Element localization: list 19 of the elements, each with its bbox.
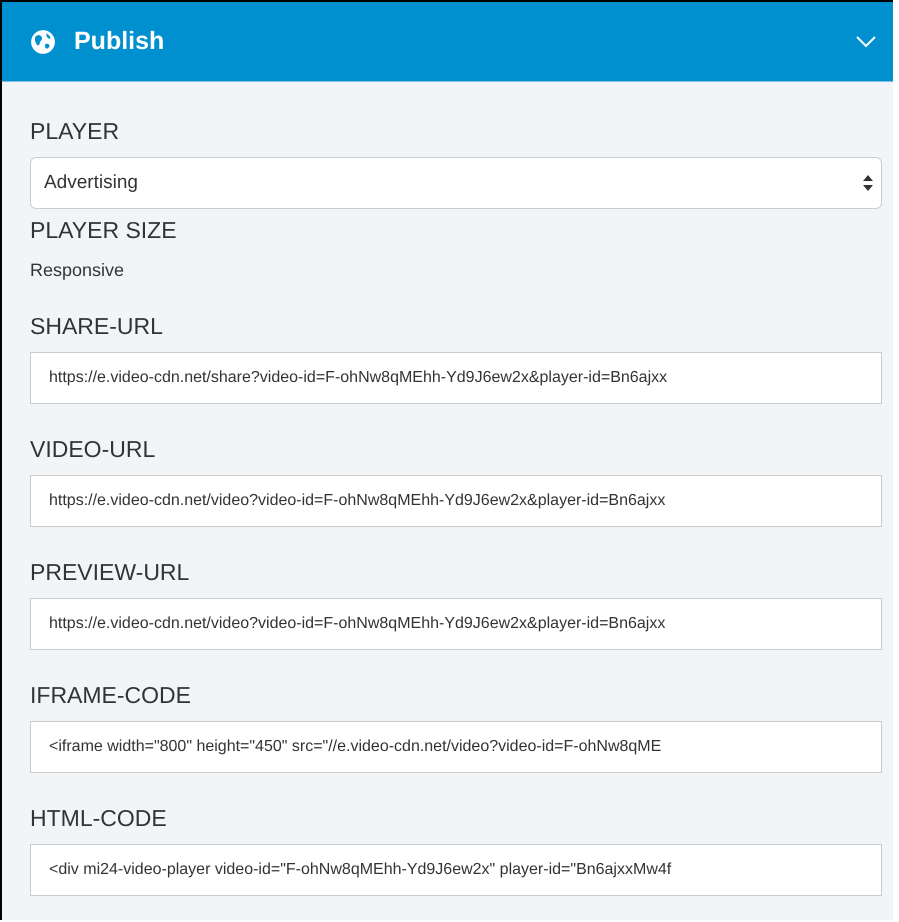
field-label: HTML-CODE: [30, 805, 168, 832]
panel-title: Publish: [74, 27, 166, 56]
code-field[interactable]: <div mi24-video-player video-id="F-ohNw8qMEhh-Yd9J6ew2x" player-id="Bn6ajxxMw4f: [30, 844, 882, 896]
chevron-icon[interactable]: [856, 36, 876, 48]
field-label: PREVIEW-URL: [30, 559, 190, 586]
field-label: PLAYER: [30, 118, 120, 145]
field-label: PLAYER SIZE: [30, 217, 178, 244]
code-field[interactable]: https://e.video-cdn.net/video?video-id=F-ohNw8qMEhh-Yd9J6ew2x&player-id=Bn6ajxx: [30, 598, 882, 650]
field-label: IFRAME-CODE: [30, 682, 192, 709]
code-field[interactable]: <iframe width="800" height="450" src="//e.video-cdn.net/video?video-id=F-ohNw8qME: [30, 721, 882, 773]
field-label: VIDEO-URL: [30, 436, 156, 463]
code-field[interactable]: https://e.video-cdn.net/video?video-id=F-ohNw8qMEhh-Yd9J6ew2x&player-id=Bn6ajxx: [30, 475, 882, 527]
sort-arrows-icon: [863, 175, 873, 191]
code-field[interactable]: https://e.video-cdn.net/share?video-id=F-ohNw8qMEhh-Yd9J6ew2x&player-id=Bn6ajxx: [30, 352, 882, 404]
globe-icon: [30, 28, 56, 54]
player-size-value: Responsive: [30, 260, 126, 281]
player-select[interactable]: Advertising: [30, 157, 882, 209]
field-label: SHARE-URL: [30, 313, 164, 340]
panel-header[interactable]: Publish: [2, 2, 893, 82]
